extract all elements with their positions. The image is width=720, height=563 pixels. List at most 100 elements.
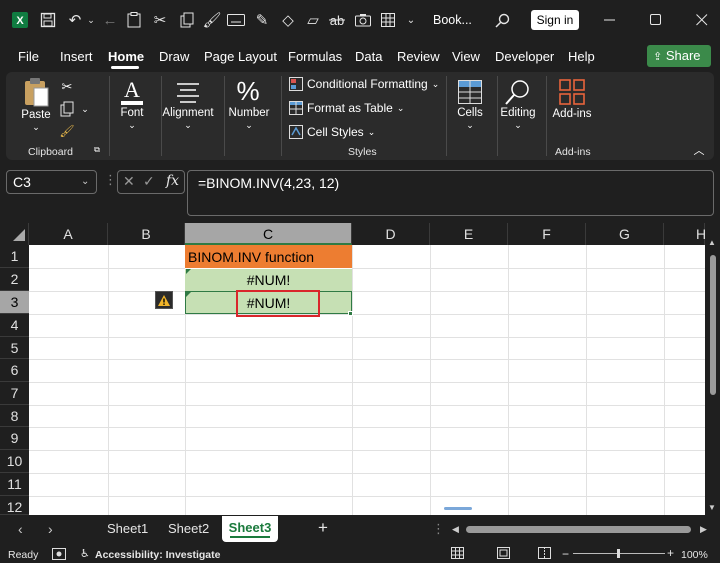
close-icon[interactable]	[692, 10, 712, 30]
menu-file[interactable]: File	[18, 49, 39, 64]
menu-formulas[interactable]: Formulas	[288, 49, 342, 64]
tabs-splitter-icon[interactable]: ⋮	[432, 521, 445, 537]
cell-c1[interactable]: BINOM.INV function	[185, 245, 352, 268]
customize-toolbar-icon[interactable]: ⌄	[404, 10, 418, 30]
row-header-4[interactable]: 4	[0, 314, 29, 337]
cancel-icon[interactable]: ✕	[123, 173, 135, 190]
editing-search-icon[interactable]	[502, 76, 534, 108]
font-icon[interactable]: A	[116, 76, 148, 108]
row-header-1[interactable]: 1	[0, 245, 29, 268]
zoom-slider-thumb[interactable]	[617, 549, 620, 558]
menu-insert[interactable]: Insert	[60, 49, 93, 64]
column-header-h[interactable]: H	[664, 223, 706, 245]
column-header-a[interactable]: A	[29, 223, 108, 245]
undo-icon[interactable]: ↶	[65, 10, 85, 30]
select-all-corner[interactable]	[0, 223, 29, 245]
sign-in-button[interactable]: Sign in	[531, 10, 579, 30]
column-header-e[interactable]: E	[430, 223, 508, 245]
grid-icon[interactable]	[378, 10, 398, 30]
row-header-12[interactable]: 12	[0, 496, 29, 515]
editing-dropdown-icon[interactable]: ⌄	[508, 120, 528, 131]
macro-record-icon[interactable]	[52, 548, 66, 563]
zoom-out-icon[interactable]: −	[562, 547, 569, 561]
cell-c2[interactable]: #NUM!	[185, 268, 352, 291]
menu-view[interactable]: View	[452, 49, 480, 64]
column-header-b[interactable]: B	[108, 223, 185, 245]
minimize-icon[interactable]	[600, 10, 620, 30]
camera-icon[interactable]	[353, 10, 373, 30]
name-box[interactable]: C3 ⌄	[6, 170, 97, 194]
warning-icon[interactable]	[155, 291, 173, 309]
scroll-up-icon[interactable]: ▲	[708, 238, 716, 247]
sheet-tab-2[interactable]: Sheet2	[168, 521, 209, 536]
column-header-f[interactable]: F	[508, 223, 586, 245]
column-header-g[interactable]: G	[586, 223, 664, 245]
zoom-level[interactable]: 100%	[681, 549, 708, 561]
eraser-icon[interactable]: ◇	[278, 10, 298, 30]
row-header-9[interactable]: 9	[0, 427, 29, 450]
search-icon[interactable]	[492, 10, 512, 30]
paste-label[interactable]: Paste	[18, 109, 54, 121]
cells-dropdown-icon[interactable]: ⌄	[460, 120, 480, 131]
menu-page-layout[interactable]: Page Layout	[204, 49, 277, 64]
menu-home[interactable]: Home	[108, 49, 144, 64]
vertical-scrollbar[interactable]: ▲ ▼	[705, 223, 720, 515]
keyboard-icon[interactable]	[226, 10, 246, 30]
normal-view-icon[interactable]	[451, 547, 464, 562]
conditional-formatting-button[interactable]: Conditional Formatting ⌄	[289, 77, 439, 91]
paste-icon[interactable]	[20, 76, 52, 108]
alignment-icon[interactable]	[172, 76, 204, 108]
formula-bar-grip-icon[interactable]: ⋮	[104, 172, 117, 188]
clipboard-icon[interactable]	[124, 10, 144, 30]
editing-label[interactable]: Editing	[496, 107, 540, 119]
prev-sheet-icon[interactable]: ‹	[18, 521, 23, 537]
add-ins-label[interactable]: Add-ins	[548, 108, 596, 120]
back-icon[interactable]: ←	[100, 10, 120, 30]
accessibility-icon[interactable]: ♿	[80, 547, 90, 560]
cell-styles-button[interactable]: Cell Styles ⌄	[289, 125, 375, 139]
row-header-11[interactable]: 11	[0, 473, 29, 496]
column-header-c[interactable]: C	[185, 223, 352, 245]
format-as-table-button[interactable]: Format as Table ⌄	[289, 101, 404, 115]
number-label[interactable]: Number	[226, 107, 272, 119]
sheet-tab-1[interactable]: Sheet1	[107, 521, 148, 536]
cut-icon[interactable]: ✂	[150, 10, 170, 30]
share-button[interactable]: ⇪ Share ⌄	[647, 45, 711, 85]
scroll-down-icon[interactable]: ▼	[708, 503, 716, 512]
alignment-label[interactable]: Alignment	[159, 107, 217, 119]
copy-icon[interactable]	[58, 100, 76, 118]
font-dropdown-icon[interactable]: ⌄	[122, 120, 142, 131]
next-sheet-icon[interactable]: ›	[48, 521, 53, 537]
column-header-d[interactable]: D	[352, 223, 430, 245]
menu-data[interactable]: Data	[355, 49, 382, 64]
add-ins-icon[interactable]	[556, 76, 588, 108]
cells-label[interactable]: Cells	[450, 107, 490, 119]
copy-icon[interactable]	[177, 10, 197, 30]
zoom-in-icon[interactable]: +	[667, 546, 674, 560]
format-painter-icon[interactable]: 🖌	[202, 10, 222, 30]
row-header-8[interactable]: 8	[0, 405, 29, 427]
row-header-5[interactable]: 5	[0, 337, 29, 359]
percent-icon[interactable]: %	[232, 74, 264, 108]
strikethrough-icon[interactable]: ab	[327, 10, 347, 30]
maximize-icon[interactable]	[646, 10, 666, 30]
cells-icon[interactable]	[454, 76, 486, 108]
undo-dropdown-icon[interactable]: ⌄	[86, 10, 96, 30]
font-label[interactable]: Font	[112, 107, 152, 119]
cut-icon[interactable]: ✂	[58, 78, 76, 96]
accessibility-status[interactable]: Accessibility: Investigate	[95, 549, 220, 561]
row-header-10[interactable]: 10	[0, 450, 29, 473]
fill-handle[interactable]	[348, 311, 353, 316]
row-header-3[interactable]: 3	[0, 291, 29, 314]
alignment-dropdown-icon[interactable]: ⌄	[178, 120, 198, 131]
horizontal-scrollbar-thumb[interactable]	[466, 526, 691, 533]
collapse-ribbon-icon[interactable]: ︿	[692, 144, 706, 157]
sheet-tab-3-active[interactable]: Sheet3	[222, 516, 278, 542]
menu-developer[interactable]: Developer	[495, 49, 554, 64]
page-break-view-icon[interactable]	[538, 547, 551, 562]
dialog-launcher-icon[interactable]: ⧉	[92, 145, 102, 155]
page-layout-view-icon[interactable]	[497, 547, 510, 562]
pen-icon[interactable]: ✎	[252, 10, 272, 30]
spreadsheet-grid[interactable]: A B C D E F G H 1 2 3 4 5 6 7 8 9 10 11 …	[0, 223, 706, 515]
row-header-2[interactable]: 2	[0, 268, 29, 291]
